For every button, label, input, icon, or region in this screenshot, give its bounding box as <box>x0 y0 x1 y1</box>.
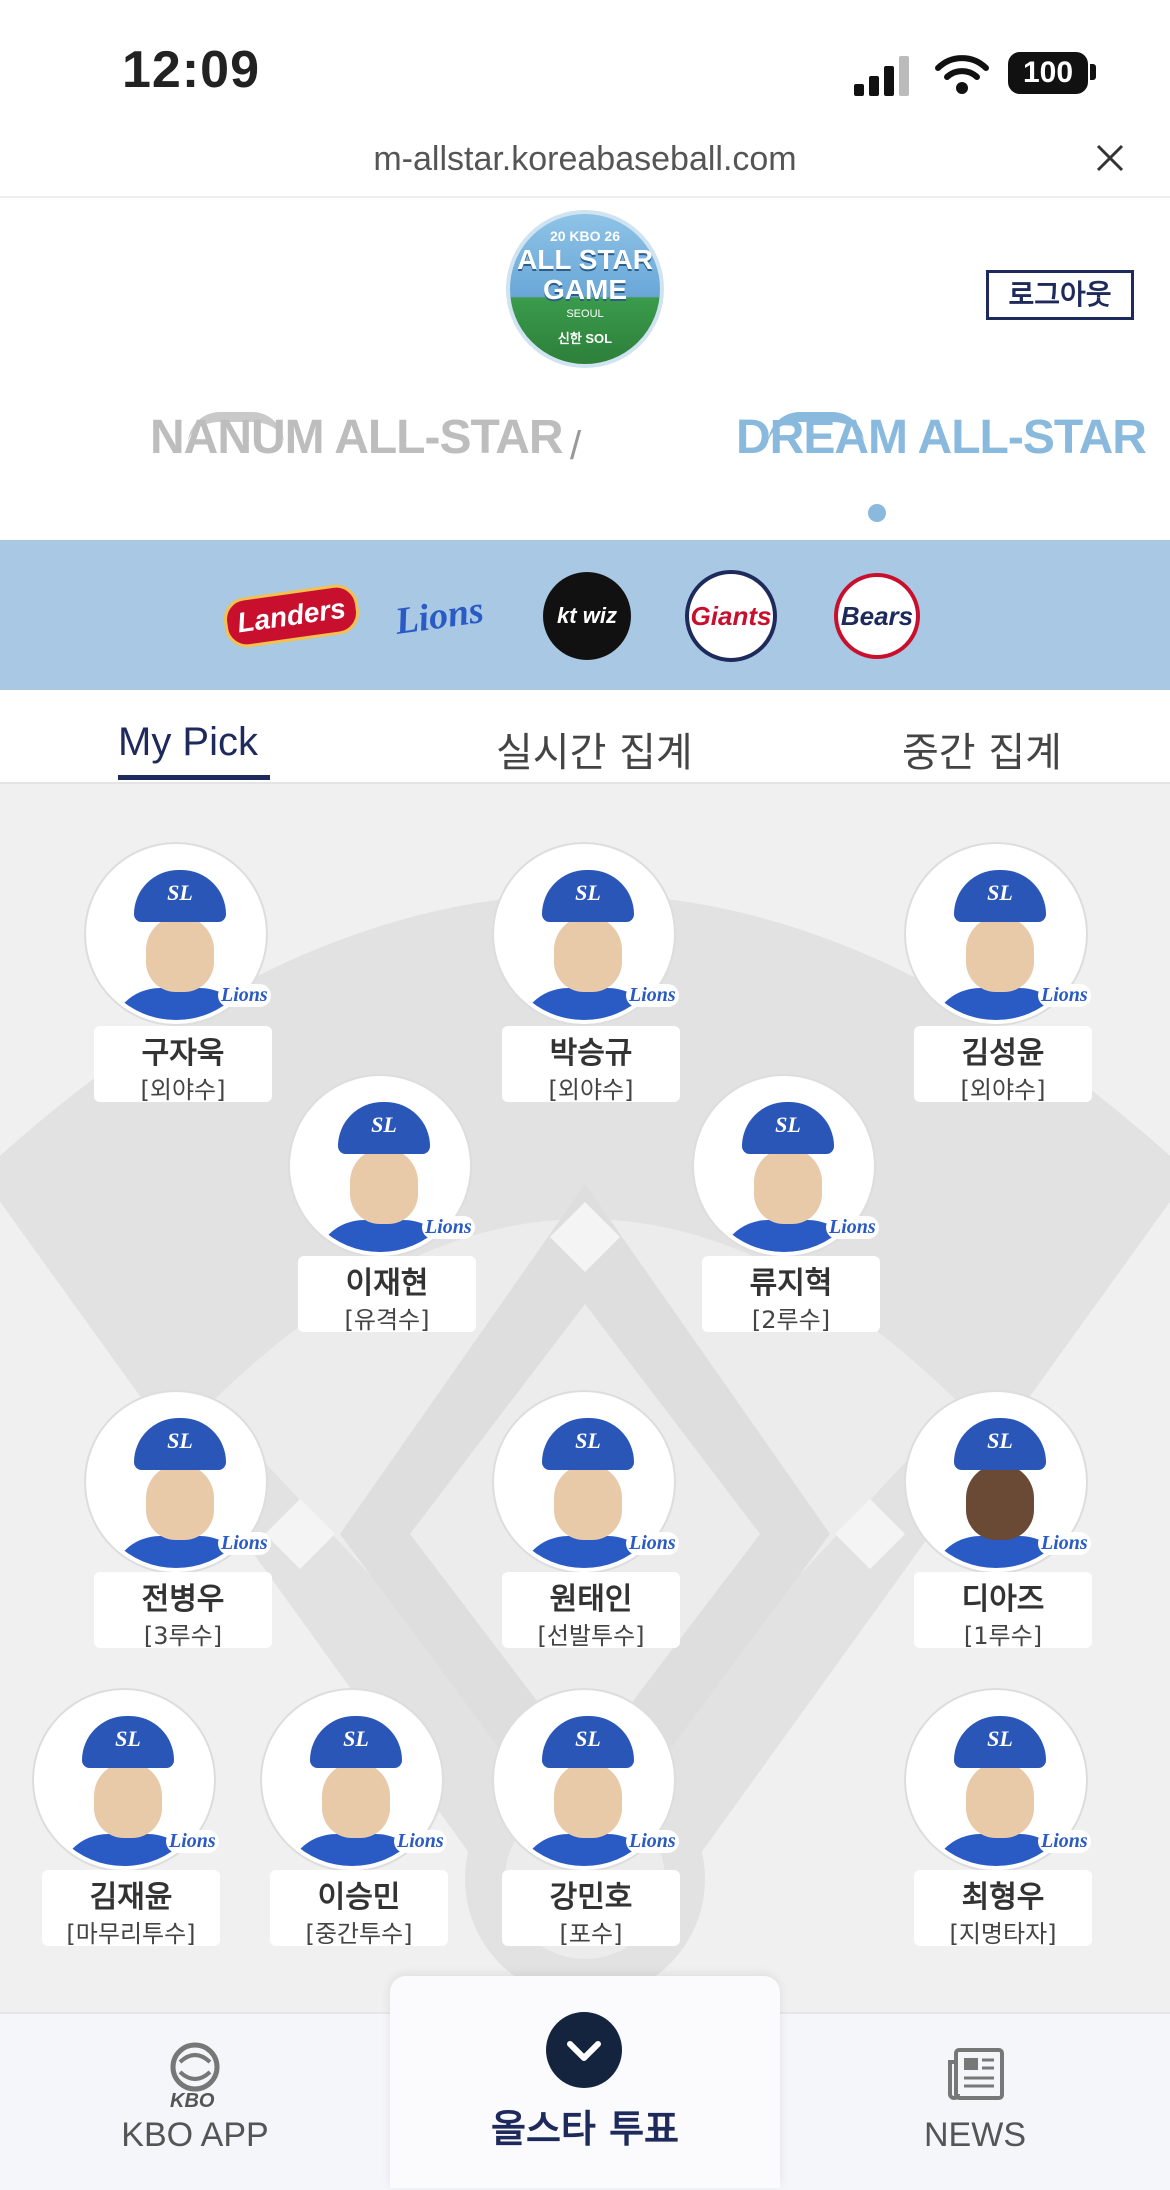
player-position: [유격수] <box>344 1306 430 1334</box>
kbo-logo-icon[interactable] <box>168 2040 222 2094</box>
player-position: [지명타자] <box>949 1920 1057 1948</box>
tab-realtime-count[interactable]: 실시간 집계 <box>496 720 693 778</box>
tab-interim-count[interactable]: 중간 집계 <box>902 720 1062 778</box>
logo-year: 20 KBO 26 <box>549 228 621 244</box>
player-position: [1루수] <box>963 1622 1043 1650</box>
lions-badge-icon: Lions <box>218 984 271 1007</box>
kbo-app-label[interactable]: KBO APP <box>110 2116 280 2155</box>
lions-badge-icon: Lions <box>626 984 679 1007</box>
player-name: 박승규 <box>549 1036 633 1071</box>
player-position: [외야수] <box>960 1076 1046 1104</box>
player-name: 최형우 <box>961 1880 1045 1915</box>
logo-sponsor: 신한 SOL <box>557 331 613 346</box>
player-name: 이승민 <box>317 1880 401 1915</box>
news-label[interactable]: NEWS <box>900 2116 1050 2155</box>
player-position: [외야수] <box>548 1076 634 1104</box>
player-name: 김성윤 <box>961 1036 1045 1071</box>
lions-badge-icon: Lions <box>1038 1830 1091 1853</box>
player-name: 이재현 <box>345 1266 429 1301</box>
logout-button[interactable]: 로그아웃 <box>986 270 1134 320</box>
allstar-game-logo[interactable]: 20 KBO 26 ALL STAR GAME SEOUL 신한 SOL <box>506 210 664 368</box>
lions-badge-icon: Lions <box>218 1532 271 1555</box>
player-position: [2루수] <box>751 1306 831 1334</box>
lions-badge-icon: Lions <box>1038 984 1091 1007</box>
lions-badge-icon: Lions <box>166 1830 219 1853</box>
tab-my-pick[interactable]: My Pick <box>118 720 258 765</box>
lions-badge-icon: Lions <box>1038 1532 1091 1555</box>
close-icon[interactable] <box>1090 138 1130 178</box>
url-divider <box>0 196 1170 198</box>
battery-tip <box>1090 64 1096 80</box>
player-name: 원태인 <box>549 1582 633 1617</box>
newspaper-icon[interactable] <box>946 2046 1006 2104</box>
logo-seoul: SEOUL <box>566 308 604 320</box>
lions-badge-icon: Lions <box>626 1830 679 1853</box>
active-tab-underline <box>118 775 270 780</box>
player-position: [3루수] <box>143 1622 223 1650</box>
team-ktwiz-logo[interactable]: kt wiz <box>532 568 642 664</box>
player-name: 구자욱 <box>141 1036 225 1071</box>
player-position: [중간투수] <box>305 1920 413 1948</box>
player-name: 류지혁 <box>749 1266 833 1301</box>
team-separator: / <box>570 424 582 468</box>
status-time: 12:09 <box>122 41 260 99</box>
team-lions-logo[interactable]: Lions <box>384 568 494 664</box>
chevron-down-icon[interactable] <box>546 2012 622 2088</box>
player-name: 강민호 <box>549 1880 633 1915</box>
vote-label[interactable]: 올스타 투표 <box>390 2098 780 2153</box>
dream-allstar-tab[interactable]: DREAM ALL-STAR <box>736 410 1147 465</box>
battery-level: 100 <box>1022 56 1074 89</box>
kbo-wordmark: KBO <box>170 2090 215 2112</box>
logo-game: GAME <box>543 274 627 305</box>
lions-badge-icon: Lions <box>626 1532 679 1555</box>
player-position: [포수] <box>559 1920 623 1948</box>
url-bar[interactable]: m-allstar.koreabaseball.com <box>0 140 1170 179</box>
player-name: 디아즈 <box>961 1582 1045 1617</box>
active-indicator-dot <box>868 504 886 522</box>
player-position: [외야수] <box>140 1076 226 1104</box>
player-name: 전병우 <box>141 1582 225 1617</box>
lions-badge-icon: Lions <box>826 1216 879 1239</box>
cellular-signal-icon <box>854 56 909 96</box>
player-position: [마무리투수] <box>66 1920 196 1948</box>
battery-icon: 100 <box>1008 52 1088 94</box>
lions-badge-icon: Lions <box>394 1830 447 1853</box>
team-bears-logo[interactable]: Bears <box>822 568 932 664</box>
team-landers-logo[interactable]: Landers <box>220 568 362 664</box>
logo-allstar: ALL STAR <box>517 244 653 275</box>
wifi-icon <box>935 55 989 94</box>
lions-badge-icon: Lions <box>422 1216 475 1239</box>
player-name: 김재윤 <box>89 1880 173 1915</box>
nanum-allstar-tab[interactable]: NANUM ALL-STAR <box>150 410 564 465</box>
player-position: [선발투수] <box>537 1622 645 1650</box>
team-giants-logo[interactable]: Giants <box>676 568 786 664</box>
